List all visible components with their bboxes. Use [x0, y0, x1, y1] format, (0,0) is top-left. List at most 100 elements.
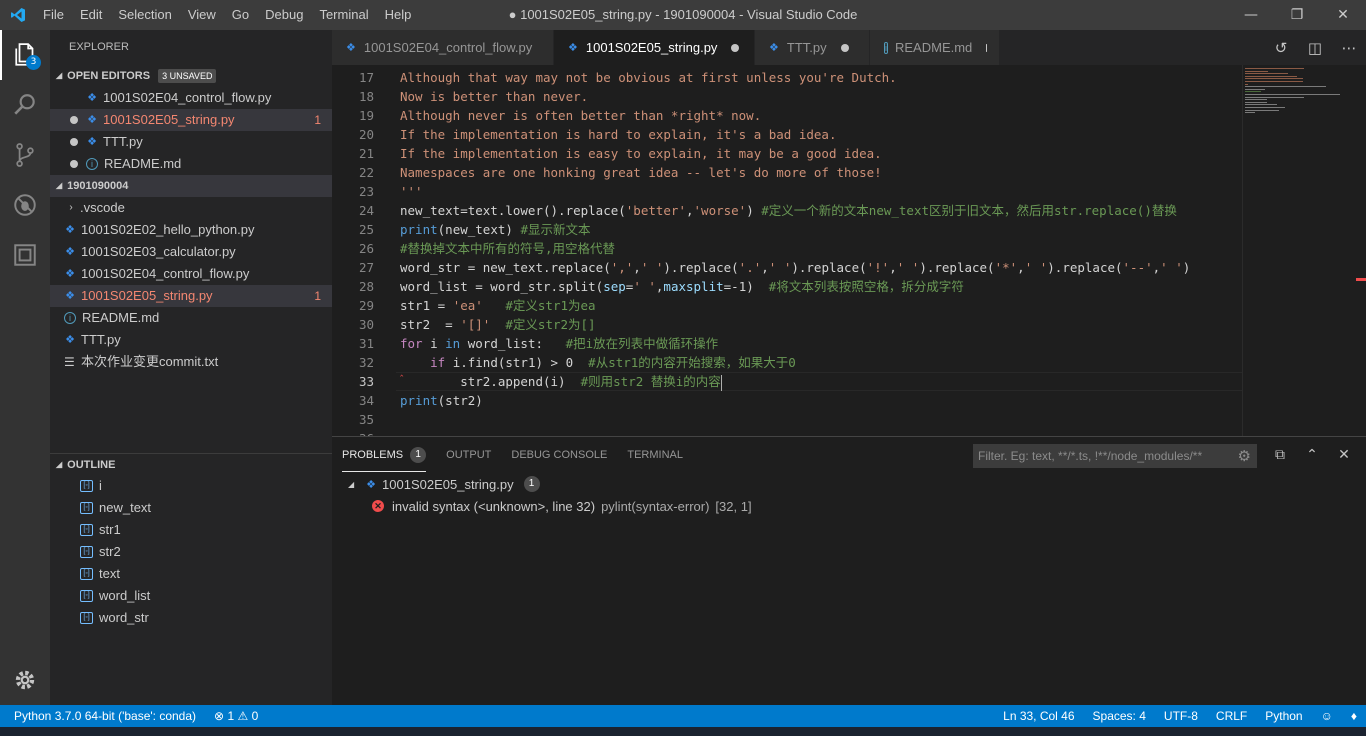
- filter-settings-icon[interactable]: ⚙: [1238, 447, 1251, 465]
- editor-tab[interactable]: ❖ TTT.py: [755, 30, 870, 65]
- close-panel-icon[interactable]: ✕: [1328, 444, 1360, 466]
- workspace-file-item[interactable]: ❖ 1001S02E03_calculator.py: [50, 241, 332, 263]
- problems-summary[interactable]: ⊗ 1 ⚠ 0: [205, 705, 267, 727]
- minimap-line: [1245, 94, 1340, 95]
- editor-tab[interactable]: ❖ 1001S02E04_control_flow.py: [332, 30, 554, 65]
- menu-view[interactable]: View: [180, 0, 224, 30]
- outline-symbol-item[interactable]: [◦] word_list: [50, 585, 332, 607]
- code-line[interactable]: 23 ''': [332, 182, 1242, 201]
- code-line[interactable]: 34 print(str2): [332, 391, 1242, 410]
- code-line[interactable]: 36: [332, 429, 1242, 436]
- outline-symbol-item[interactable]: [◦] str2: [50, 541, 332, 563]
- workspace-file-item[interactable]: ❖ 1001S02E04_control_flow.py: [50, 263, 332, 285]
- code-line[interactable]: 27 word_str = new_text.replace(',',' ').r…: [332, 258, 1242, 277]
- cursor-position[interactable]: Ln 33, Col 46: [994, 705, 1083, 727]
- code-line[interactable]: 28 word_list = word_str.split(sep=' ',max…: [332, 277, 1242, 296]
- unsaved-dot-icon[interactable]: [70, 160, 78, 168]
- outline-symbol-item[interactable]: [◦] text: [50, 563, 332, 585]
- open-editor-item[interactable]: ❖ 1001S02E05_string.py 1: [50, 109, 332, 131]
- workspace-file-name: 1001S02E03_calculator.py: [81, 244, 236, 259]
- code-line[interactable]: 30 str2 = '[]' #定义str2为[]: [332, 315, 1242, 334]
- source-control-icon[interactable]: [0, 130, 50, 180]
- workspace-file-item[interactable]: ❖ TTT.py: [50, 329, 332, 351]
- panel-tab-terminal[interactable]: TERMINAL: [627, 441, 683, 469]
- workspace-file-item[interactable]: i README.md: [50, 307, 332, 329]
- notifications-bell-icon[interactable]: ♦: [1342, 705, 1366, 727]
- code-line[interactable]: 18 Now is better than never.: [332, 87, 1242, 106]
- code-line[interactable]: 31 for i in word_list: #把i放在列表中做循环操作: [332, 334, 1242, 353]
- maximize-panel-icon[interactable]: ⌃: [1296, 444, 1328, 466]
- open-editors-header[interactable]: ◢ OPEN EDITORS 3 UNSAVED: [50, 65, 332, 87]
- code-line[interactable]: 17 Although that way may not be obvious a…: [332, 68, 1242, 87]
- unsaved-dot-icon[interactable]: [70, 116, 78, 124]
- line-number: 27: [358, 260, 374, 275]
- menu-terminal[interactable]: Terminal: [311, 0, 376, 30]
- explorer-icon[interactable]: 3: [0, 30, 50, 80]
- open-changes-icon[interactable]: ↺: [1264, 39, 1298, 57]
- collapse-all-icon[interactable]: ⧉: [1264, 444, 1296, 466]
- code-line[interactable]: 20 If the implementation is hard to expla…: [332, 125, 1242, 144]
- outline-symbol-item[interactable]: [◦] word_str: [50, 607, 332, 629]
- menu-go[interactable]: Go: [224, 0, 257, 30]
- outline-symbol-item[interactable]: [◦] i: [50, 475, 332, 497]
- debug-icon[interactable]: [0, 180, 50, 230]
- menu-selection[interactable]: Selection: [110, 0, 179, 30]
- line-number: 29: [358, 298, 374, 313]
- close-icon[interactable]: ✕: [1320, 0, 1366, 30]
- menu-edit[interactable]: Edit: [72, 0, 110, 30]
- more-actions-icon[interactable]: ⋯: [1332, 39, 1366, 57]
- restore-icon[interactable]: ❐: [1274, 0, 1320, 30]
- split-editor-icon[interactable]: ◫: [1298, 39, 1332, 57]
- editor-tab[interactable]: ❖ 1001S02E05_string.py: [554, 30, 755, 65]
- code-line[interactable]: 32 if i.find(str1) > 0 #从str1的内容开始搜索，如果大…: [332, 353, 1242, 372]
- unsaved-dot-icon[interactable]: [840, 43, 849, 52]
- open-editor-item[interactable]: ❖ TTT.py: [50, 131, 332, 153]
- feedback-smiley-icon[interactable]: ☺: [1312, 705, 1342, 727]
- open-editor-item[interactable]: i README.md: [50, 153, 332, 175]
- unsaved-dot-icon[interactable]: [70, 138, 78, 146]
- search-icon[interactable]: [0, 80, 50, 130]
- outline-symbol-item[interactable]: [◦] new_text: [50, 497, 332, 519]
- code-line[interactable]: 26 #替换掉文本中所有的符号,用空格代替: [332, 239, 1242, 258]
- workspace-header[interactable]: ◢ 1901090004: [50, 175, 332, 197]
- indentation[interactable]: Spaces: 4: [1084, 705, 1155, 727]
- code-line[interactable]: 25 print(new_text) #显示新文本: [332, 220, 1242, 239]
- workspace-file-item[interactable]: › .vscode: [50, 197, 332, 219]
- workspace-file-item[interactable]: ☰ 本次作业变更commit.txt: [50, 351, 332, 373]
- menu-help[interactable]: Help: [377, 0, 420, 30]
- python-file-icon: ❖: [65, 290, 75, 302]
- workspace-file-item[interactable]: ❖ 1001S02E05_string.py 1: [50, 285, 332, 307]
- editor-tab[interactable]: i README.md: [870, 30, 1000, 65]
- outline-symbol-item[interactable]: [◦] str1: [50, 519, 332, 541]
- problem-file-row[interactable]: ◢ ❖ 1001S02E05_string.py 1: [348, 473, 540, 495]
- python-interpreter[interactable]: Python 3.7.0 64-bit ('base': conda): [0, 705, 205, 727]
- end-of-line[interactable]: CRLF: [1207, 705, 1256, 727]
- code-line[interactable]: 33 str2.append(i) #则用str2 替换i的内容: [332, 372, 1242, 391]
- panel-tab-output[interactable]: OUTPUT: [446, 441, 491, 469]
- code-line[interactable]: 24 new_text=text.lower().replace('better'…: [332, 201, 1242, 220]
- settings-gear-icon[interactable]: [0, 655, 50, 705]
- code-line[interactable]: 35: [332, 410, 1242, 429]
- extensions-icon[interactable]: [0, 230, 50, 280]
- minimap[interactable]: [1242, 65, 1366, 436]
- code-line[interactable]: 19 Although never is often better than *r…: [332, 106, 1242, 125]
- code-line[interactable]: 22 Namespaces are one honking great idea …: [332, 163, 1242, 182]
- menu-debug[interactable]: Debug: [257, 0, 311, 30]
- code-line[interactable]: 21 If the implementation is easy to expla…: [332, 144, 1242, 163]
- unsaved-dot-icon[interactable]: [731, 43, 740, 52]
- unsaved-dot-icon[interactable]: [986, 43, 987, 52]
- outline-header[interactable]: ◢ OUTLINE: [50, 453, 332, 475]
- minimize-icon[interactable]: —: [1228, 0, 1274, 30]
- encoding[interactable]: UTF-8: [1155, 705, 1207, 727]
- open-editor-item[interactable]: ❖ 1001S02E04_control_flow.py: [50, 87, 332, 109]
- code-editor[interactable]: 17 Although that way may not be obvious a…: [332, 65, 1366, 436]
- panel-tab-debug-console[interactable]: DEBUG CONSOLE: [511, 441, 607, 469]
- problems-filter-input[interactable]: Filter. Eg: text, **/*.ts, !**/node_modu…: [973, 444, 1257, 468]
- panel-tab-problems[interactable]: PROBLEMS 1: [342, 439, 427, 472]
- code-token: ' ': [1160, 260, 1183, 275]
- code-line[interactable]: 29 str1 = 'ea' #定义str1为ea: [332, 296, 1242, 315]
- workspace-file-item[interactable]: ❖ 1001S02E02_hello_python.py: [50, 219, 332, 241]
- language-mode[interactable]: Python: [1256, 705, 1311, 727]
- menu-file[interactable]: File: [35, 0, 72, 30]
- problem-item[interactable]: ✕ invalid syntax (<unknown>, line 32) py…: [372, 495, 752, 517]
